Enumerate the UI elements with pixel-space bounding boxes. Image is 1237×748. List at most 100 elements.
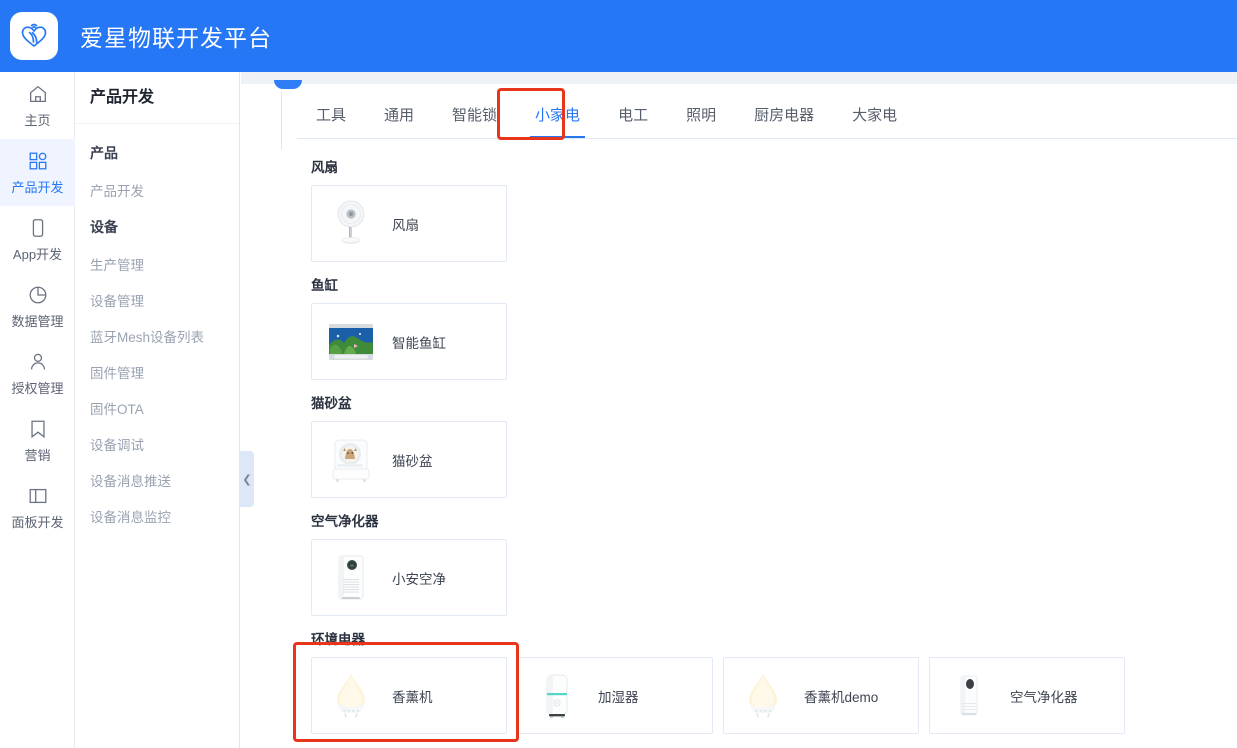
app-header: 爱星物联开发平台 [0, 0, 1237, 72]
menu-item-device-debug[interactable]: 设备调试 [75, 426, 239, 462]
product-card-air-purifier[interactable]: 空气净化器 [929, 657, 1125, 734]
rail-item-app-dev-label: App开发 [12, 246, 63, 262]
menu-item-product-dev[interactable]: 产品开发 [75, 172, 239, 208]
rail-item-marketing-label: 营销 [24, 447, 51, 463]
product-card-xiaoan-purifier-label: 小安空净 [392, 571, 446, 587]
tab-smart-lock-label: 智能锁 [452, 106, 498, 124]
content-left-divider [281, 92, 282, 150]
section-environment-appliance-cards: 香薰机 加湿器 香薰机demo 空气净化器 [293, 657, 1237, 734]
section-fan-title: 风扇 [311, 160, 338, 175]
tab-kitchen-appliance-label: 厨房电器 [754, 106, 815, 124]
pie-chart-icon [27, 284, 49, 306]
tab-smart-lock[interactable]: 智能锁 [433, 92, 516, 136]
tab-electrician[interactable]: 电工 [599, 92, 667, 136]
air-purifier-tower-thumb: 66 [322, 549, 380, 607]
product-card-xiaoan-purifier[interactable]: 66 小安空净 [311, 539, 507, 616]
product-card-aroma-diffuser-demo-label: 香薰机demo [804, 689, 879, 705]
rail-item-app-dev[interactable]: App开发 [0, 206, 75, 273]
rail-item-product-dev-label: 产品开发 [11, 179, 64, 195]
menu-item-firmware-ota[interactable]: 固件OTA [75, 390, 239, 426]
aquarium-thumb [322, 313, 380, 371]
content-top-strip [241, 72, 1237, 84]
cat-litter-box-thumb [322, 431, 380, 489]
scroll-nub-indicator [274, 80, 302, 89]
panel-icon [27, 485, 49, 507]
tab-large-appliance-label: 大家电 [852, 106, 898, 124]
section-aquarium-cards: 智能鱼缸 [293, 303, 1237, 380]
secondary-menu: 产品开发 产品 产品开发 设备 生产管理 设备管理 蓝牙Mesh设备列表 固件管… [75, 72, 240, 748]
menu-item-production-mgmt[interactable]: 生产管理 [75, 246, 239, 282]
bookmark-icon [27, 418, 49, 440]
section-environment-appliance: 环境电器 香薰机 加湿器 香薰机demo 空气净化器 [293, 628, 1237, 734]
menu-item-firmware-mgmt[interactable]: 固件管理 [75, 354, 239, 390]
rail-item-marketing[interactable]: 营销 [0, 407, 75, 474]
aroma-diffuser-thumb [322, 667, 380, 725]
tab-kitchen-appliance[interactable]: 厨房电器 [735, 92, 833, 136]
category-tabbar: 工具 通用 智能锁 小家电 电工 照明 厨房电器 大家电 [297, 92, 1237, 138]
tab-general[interactable]: 通用 [365, 92, 433, 136]
tab-small-appliance-label: 小家电 [535, 106, 581, 124]
rail-item-data-mgmt[interactable]: 数据管理 [0, 273, 75, 340]
rail-item-panel-dev[interactable]: 面板开发 [0, 474, 75, 541]
primary-nav-rail: 主页 产品开发 App开发 数据管理 授权管理 营销 面板开发 [0, 72, 75, 748]
pedestal-fan-thumb [322, 195, 380, 253]
tab-tools-label: 工具 [316, 106, 347, 124]
rail-item-panel-dev-label: 面板开发 [11, 514, 64, 530]
app-logo[interactable] [10, 12, 58, 60]
tab-large-appliance[interactable]: 大家电 [833, 92, 916, 136]
section-air-purifier-cards: 66 小安空净 [293, 539, 1237, 616]
menu-group-devices: 设备 [90, 219, 118, 235]
grid-icon [27, 150, 49, 172]
sidebar-collapse-handle[interactable]: ❮ [240, 451, 254, 507]
section-cat-litter-title: 猫砂盆 [311, 396, 352, 411]
section-fan: 风扇 风扇 [293, 156, 1237, 262]
product-card-aroma-diffuser[interactable]: 香薰机 [311, 657, 507, 734]
tab-small-appliance[interactable]: 小家电 [516, 92, 599, 138]
heart-wifi-logo-icon [21, 23, 47, 48]
section-aquarium-title: 鱼缸 [311, 278, 338, 293]
section-environment-appliance-title: 环境电器 [311, 632, 365, 647]
secondary-menu-list: 产品 产品开发 设备 生产管理 设备管理 蓝牙Mesh设备列表 固件管理 固件O… [75, 124, 239, 534]
rail-item-auth-mgmt[interactable]: 授权管理 [0, 340, 75, 407]
phone-icon [27, 217, 49, 239]
user-icon [27, 351, 49, 373]
menu-group-products: 产品 [90, 145, 118, 161]
product-card-fan[interactable]: 风扇 [311, 185, 507, 262]
chevron-left-icon: ❮ [242, 473, 252, 486]
humidifier-thumb [528, 667, 586, 725]
product-card-smart-aquarium[interactable]: 智能鱼缸 [311, 303, 507, 380]
section-cat-litter-cards: 猫砂盆 [293, 421, 1237, 498]
rail-item-data-mgmt-label: 数据管理 [11, 313, 64, 329]
rail-item-auth-mgmt-label: 授权管理 [11, 380, 64, 396]
product-card-aroma-diffuser-demo[interactable]: 香薰机demo [723, 657, 919, 734]
app-title: 爱星物联开发平台 [80, 25, 272, 51]
product-card-cat-litter-box[interactable]: 猫砂盆 [311, 421, 507, 498]
rail-item-home[interactable]: 主页 [0, 72, 75, 139]
aroma-diffuser-thumb [734, 667, 792, 725]
product-sections: 风扇 风扇 鱼缸 智能鱼缸 猫砂盆 猫砂盆 空气净化器 66 小安空净 环境电器… [241, 144, 1237, 748]
menu-item-device-msg-monitor[interactable]: 设备消息监控 [75, 498, 239, 534]
product-card-humidifier-label: 加湿器 [598, 689, 639, 705]
secondary-menu-title: 产品开发 [75, 72, 239, 124]
menu-item-device-mgmt[interactable]: 设备管理 [75, 282, 239, 318]
section-fan-cards: 风扇 [293, 185, 1237, 262]
tab-tools[interactable]: 工具 [297, 92, 365, 136]
rail-item-product-dev[interactable]: 产品开发 [0, 139, 75, 206]
air-purifier-slim-thumb [940, 667, 998, 725]
tab-lighting-label: 照明 [686, 106, 717, 124]
rail-item-home-label: 主页 [24, 112, 51, 128]
product-card-humidifier[interactable]: 加湿器 [517, 657, 713, 734]
svg-text:66: 66 [350, 563, 354, 567]
section-air-purifier: 空气净化器 66 小安空净 [293, 510, 1237, 616]
menu-item-device-msg-push[interactable]: 设备消息推送 [75, 462, 239, 498]
menu-item-ble-mesh-list[interactable]: 蓝牙Mesh设备列表 [75, 318, 239, 354]
section-aquarium: 鱼缸 智能鱼缸 [293, 274, 1237, 380]
product-card-cat-litter-box-label: 猫砂盆 [392, 453, 433, 469]
product-card-fan-label: 风扇 [392, 217, 419, 233]
product-card-smart-aquarium-label: 智能鱼缸 [392, 335, 446, 351]
tab-general-label: 通用 [384, 106, 415, 124]
section-cat-litter: 猫砂盆 猫砂盆 [293, 392, 1237, 498]
tab-lighting[interactable]: 照明 [667, 92, 735, 136]
product-card-air-purifier-label: 空气净化器 [1010, 689, 1078, 705]
tab-electrician-label: 电工 [618, 106, 649, 124]
